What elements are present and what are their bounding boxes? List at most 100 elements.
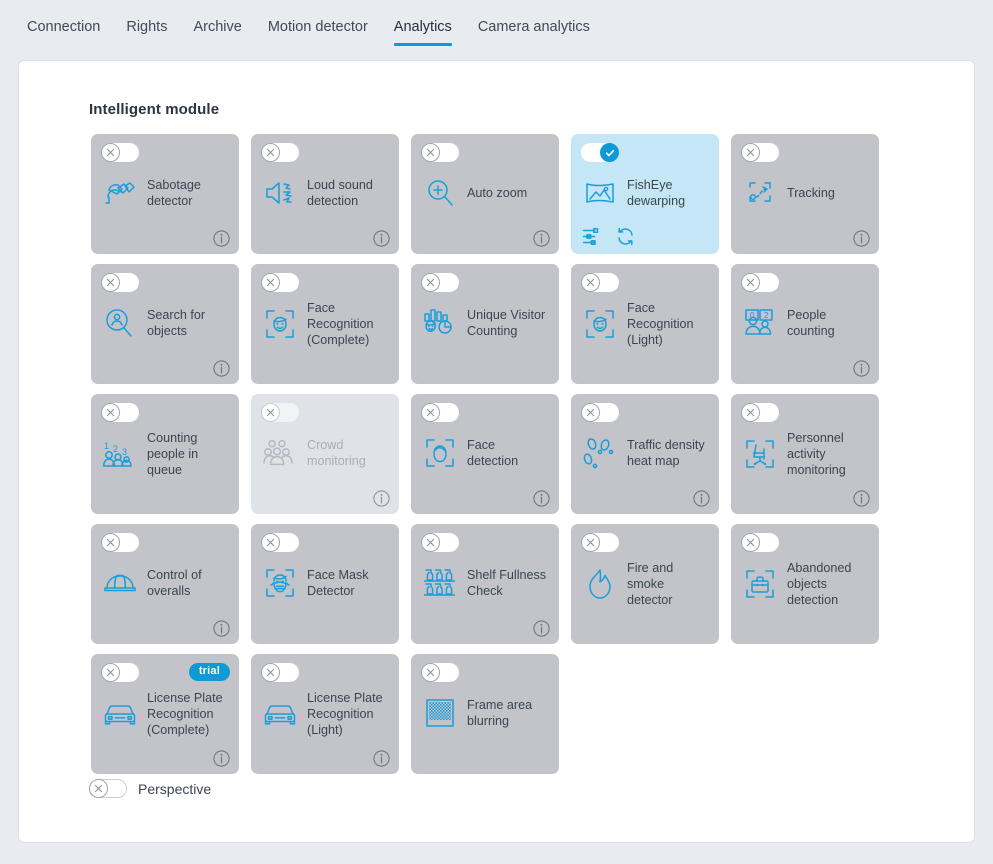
settings-sliders-icon[interactable] [582, 227, 601, 246]
module-card[interactable]: Face Recognition (Light) [571, 264, 719, 384]
tab-connection[interactable]: Connection [14, 18, 113, 48]
module-card[interactable]: Search for objects [91, 264, 239, 384]
module-card[interactable]: Crowd monitoring [251, 394, 399, 514]
module-body: Shelf Fullness Check [422, 560, 549, 606]
module-toggle[interactable] [421, 273, 459, 292]
toggle-knob [741, 533, 760, 552]
module-card[interactable]: Sabotage detector [91, 134, 239, 254]
perspective-toggle[interactable] [89, 779, 127, 798]
info-icon [213, 230, 230, 247]
module-toggle[interactable] [261, 143, 299, 162]
module-card[interactable]: Auto zoom [411, 134, 559, 254]
tab-camera-analytics[interactable]: Camera analytics [465, 18, 603, 48]
module-toggle[interactable] [261, 533, 299, 552]
module-card[interactable]: Loud sound detection [251, 134, 399, 254]
module-card[interactable]: 02 People counting [731, 264, 879, 384]
module-toggle[interactable] [741, 143, 779, 162]
info-icon [533, 620, 550, 637]
toggle-knob [741, 273, 760, 292]
module-info-button[interactable] [693, 490, 710, 507]
module-toggle[interactable] [101, 273, 139, 292]
frame-blur-icon [422, 695, 458, 731]
tab-analytics[interactable]: Analytics [381, 18, 465, 48]
close-icon [426, 148, 435, 157]
module-info-button[interactable] [213, 360, 230, 377]
module-card[interactable]: Unique Visitor Counting [411, 264, 559, 384]
module-toggle[interactable] [421, 143, 459, 162]
module-toggle[interactable] [261, 273, 299, 292]
module-info-button[interactable] [213, 230, 230, 247]
module-body: License Plate Recognition (Light) [262, 690, 389, 738]
hardhat-icon [102, 565, 138, 601]
module-info-button[interactable] [853, 230, 870, 247]
module-toggle[interactable] [101, 533, 139, 552]
module-info-button[interactable] [213, 620, 230, 637]
face-detection-icon [422, 435, 458, 471]
module-card[interactable]: Control of overalls [91, 524, 239, 644]
analytics-panel: Intelligent module Sabotage detector Lou… [18, 60, 975, 843]
module-info-button[interactable] [373, 490, 390, 507]
tab-archive[interactable]: Archive [180, 18, 254, 48]
module-info-button[interactable] [533, 620, 550, 637]
module-info-button[interactable] [853, 360, 870, 377]
module-toggle[interactable] [421, 663, 459, 682]
module-toggle[interactable] [581, 273, 619, 292]
toggle-knob [261, 143, 280, 162]
module-toggle[interactable] [741, 533, 779, 552]
module-body: Sabotage detector [102, 170, 229, 216]
module-card[interactable]: Frame area blurring [411, 654, 559, 774]
module-info-button[interactable] [533, 230, 550, 247]
close-icon [94, 784, 103, 793]
module-label: FishEye dewarping [627, 178, 686, 208]
module-label: Face detection [467, 438, 519, 468]
module-toggle[interactable] [261, 663, 299, 682]
module-card[interactable]: Fire and smoke detector [571, 524, 719, 644]
module-info-button[interactable] [373, 750, 390, 767]
module-card[interactable]: Tracking [731, 134, 879, 254]
module-actions [582, 227, 635, 246]
module-card[interactable]: Shelf Fullness Check [411, 524, 559, 644]
module-card[interactable]: Abandoned objects detection [731, 524, 879, 644]
module-card[interactable]: trial License Plate Recognition (Complet… [91, 654, 239, 774]
refresh-icon[interactable] [616, 227, 635, 246]
tab-motion-detector[interactable]: Motion detector [255, 18, 381, 48]
module-card[interactable]: 123 Counting people in queue [91, 394, 239, 514]
close-icon [106, 538, 115, 547]
svg-text:2: 2 [764, 311, 769, 320]
module-toggle[interactable] [421, 403, 459, 422]
module-card[interactable]: FishEye dewarping [571, 134, 719, 254]
module-info-button[interactable] [373, 230, 390, 247]
module-card[interactable]: Face Recognition (Complete) [251, 264, 399, 384]
module-body: Personnel activity monitoring [742, 430, 869, 478]
module-toggle[interactable] [741, 403, 779, 422]
module-card[interactable]: License Plate Recognition (Light) [251, 654, 399, 774]
module-body: Unique Visitor Counting [422, 300, 549, 346]
tab-rights[interactable]: Rights [113, 18, 180, 48]
module-toggle[interactable] [741, 273, 779, 292]
module-toggle[interactable] [421, 533, 459, 552]
module-body: 123 Counting people in queue [102, 430, 229, 478]
module-label: License Plate Recognition (Complete) [147, 691, 223, 737]
module-toggle[interactable] [261, 403, 299, 422]
svg-text:2: 2 [113, 444, 118, 454]
module-toggle[interactable] [581, 403, 619, 422]
module-label: Face Recognition (Complete) [307, 301, 374, 347]
module-toggle[interactable] [101, 663, 139, 682]
module-toggle[interactable] [581, 533, 619, 552]
module-card[interactable]: Face detection [411, 394, 559, 514]
module-toggle[interactable] [581, 143, 619, 162]
module-info-button[interactable] [213, 750, 230, 767]
module-card[interactable]: Personnel activity monitoring [731, 394, 879, 514]
module-toggle[interactable] [101, 143, 139, 162]
flame-icon [582, 566, 618, 602]
close-icon [266, 538, 275, 547]
module-info-button[interactable] [533, 490, 550, 507]
module-body: Auto zoom [422, 170, 549, 216]
chair-activity-icon [742, 436, 778, 472]
module-card[interactable]: Face Mask Detector [251, 524, 399, 644]
module-label: Face Recognition (Light) [627, 301, 694, 347]
module-info-button[interactable] [853, 490, 870, 507]
module-card[interactable]: Traffic density heat map [571, 394, 719, 514]
sabotage-detector-icon [102, 175, 138, 211]
module-toggle[interactable] [101, 403, 139, 422]
